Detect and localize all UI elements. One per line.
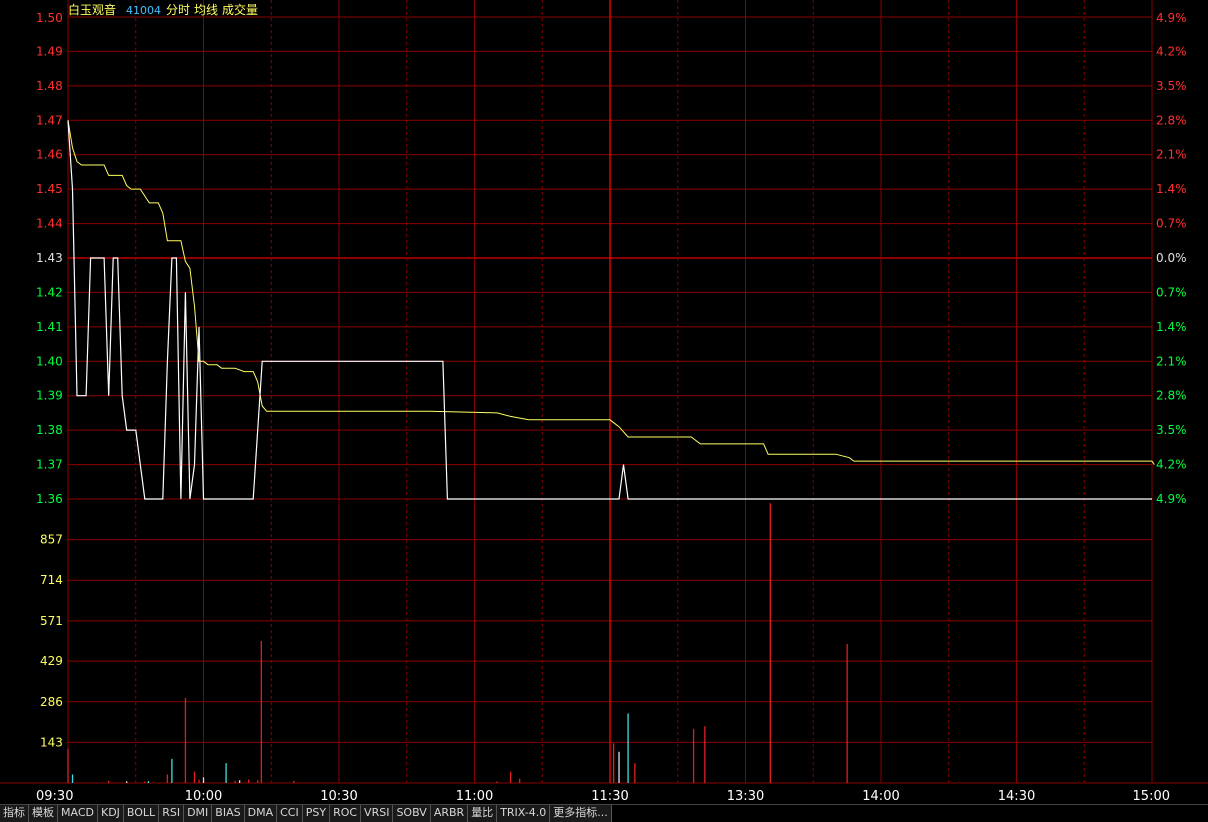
toolbar-item[interactable]: TRIX-4.0 [497,805,551,822]
price-tick-label: 1.47 [36,113,63,127]
price-tick-label: 1.43 [36,251,63,265]
header-label-volume: 成交量 [222,2,258,17]
price-tick-label: 1.36 [36,492,63,506]
time-tick-label: 10:30 [320,789,357,804]
time-tick-label: 14:30 [998,789,1035,804]
toolbar-item[interactable]: DMI [184,805,213,822]
time-tick-label: 11:00 [456,789,493,804]
price-axis: 1.50 1.49 1.48 1.47 1.46 1.45 1.44 1.43 1.42 1.41… [36,11,63,506]
percent-tick-label: 1.4% [1156,320,1187,334]
toolbar-item[interactable]: 模板 [29,805,58,822]
toolbar-item[interactable]: 更多指标... [550,805,612,822]
toolbar-item[interactable]: CCI [277,805,303,822]
percent-tick-label: 0.7% [1156,217,1187,231]
toolbar-item[interactable]: 指标 [0,805,29,822]
time-tick-label: 11:30 [591,789,628,804]
volume-tick-label: 714 [40,573,63,587]
indicator-toolbar: 指标 模板 MACD KDJ BOLL RSI DMI BIAS DMA CCI PSY ROC VRS… [0,804,1208,822]
percent-tick-label: 1.4% [1156,182,1187,196]
time-axis: 09:30 10:00 10:30 11:00 11:30 13:30 14:00 14:30… [36,789,1170,804]
toolbar-item[interactable]: 量比 [468,805,498,822]
time-tick-label: 13:30 [727,789,764,804]
percent-tick-label: 3.5% [1156,79,1187,93]
price-tick-label: 1.42 [36,285,63,299]
percent-tick-label: 4.9% [1156,11,1187,25]
price-tick-label: 1.38 [36,423,63,437]
percent-tick-label: 2.1% [1156,354,1187,368]
percent-tick-label: 4.9% [1156,492,1187,506]
percent-tick-label: 2.8% [1156,113,1187,127]
percent-tick-label: 0.7% [1156,285,1187,299]
price-tick-label: 1.40 [36,354,63,368]
volume-bars [67,503,848,783]
price-tick-label: 1.37 [36,458,63,472]
toolbar-item[interactable]: BIAS [212,805,245,822]
stock-code: 41004 [126,4,161,17]
price-tick-label: 1.41 [36,320,63,334]
chart-header: 白玉观音 41004 分时 均线 成交量 [68,2,258,17]
time-tick-label: 10:00 [185,789,222,804]
toolbar-item[interactable]: VRSI [361,805,394,822]
toolbar-item[interactable]: ROC [330,805,362,822]
toolbar-item[interactable]: DMA [244,805,278,822]
toolbar-item[interactable]: PSY [302,805,331,822]
percent-axis: 4.9% 4.2% 3.5% 2.8% 2.1% 1.4% 0.7% 0.0% 0.7% 1.4%… [1156,11,1187,506]
price-tick-label: 1.45 [36,182,63,196]
time-tick-label: 14:00 [862,789,899,804]
volume-tick-label: 571 [40,614,63,628]
percent-tick-label: 2.1% [1156,148,1187,162]
time-tick-label: 09:30 [36,789,73,804]
volume-tick-label: 143 [40,735,63,749]
volume-axis: 857 714 571 429 286 143 [40,533,63,750]
toolbar-item[interactable]: RSI [159,805,185,822]
price-tick-label: 1.44 [36,217,63,231]
price-tick-label: 1.48 [36,79,63,93]
percent-tick-label: 4.2% [1156,44,1187,58]
volume-tick-label: 286 [40,695,63,709]
price-tick-label: 1.39 [36,389,63,403]
price-tick-label: 1.49 [36,44,63,58]
percent-tick-label: 0.0% [1156,251,1187,265]
chart-grid [0,0,1208,784]
volume-tick-label: 857 [40,533,63,547]
header-label-intraday: 分时 [166,3,190,17]
toolbar-item[interactable]: BOLL [123,805,160,822]
price-tick-label: 1.46 [36,148,63,162]
toolbar-item[interactable]: ARBR [430,805,469,822]
percent-tick-label: 3.5% [1156,423,1187,437]
toolbar-item[interactable]: KDJ [97,805,124,822]
toolbar-item[interactable]: SOBV [393,805,431,822]
stock-name: 白玉观音 [68,2,116,17]
toolbar-item[interactable]: MACD [58,805,98,822]
percent-tick-label: 2.8% [1156,389,1187,403]
price-tick-label: 1.50 [36,11,63,25]
intraday-chart[interactable]: 白玉观音 41004 分时 均线 成交量 1.50 1.49 1.48 1.47 1.4… [0,0,1208,804]
percent-tick-label: 4.2% [1156,458,1187,472]
volume-tick-label: 429 [40,654,63,668]
time-tick-label: 15:00 [1133,789,1170,804]
header-label-avg: 均线 [194,3,218,17]
